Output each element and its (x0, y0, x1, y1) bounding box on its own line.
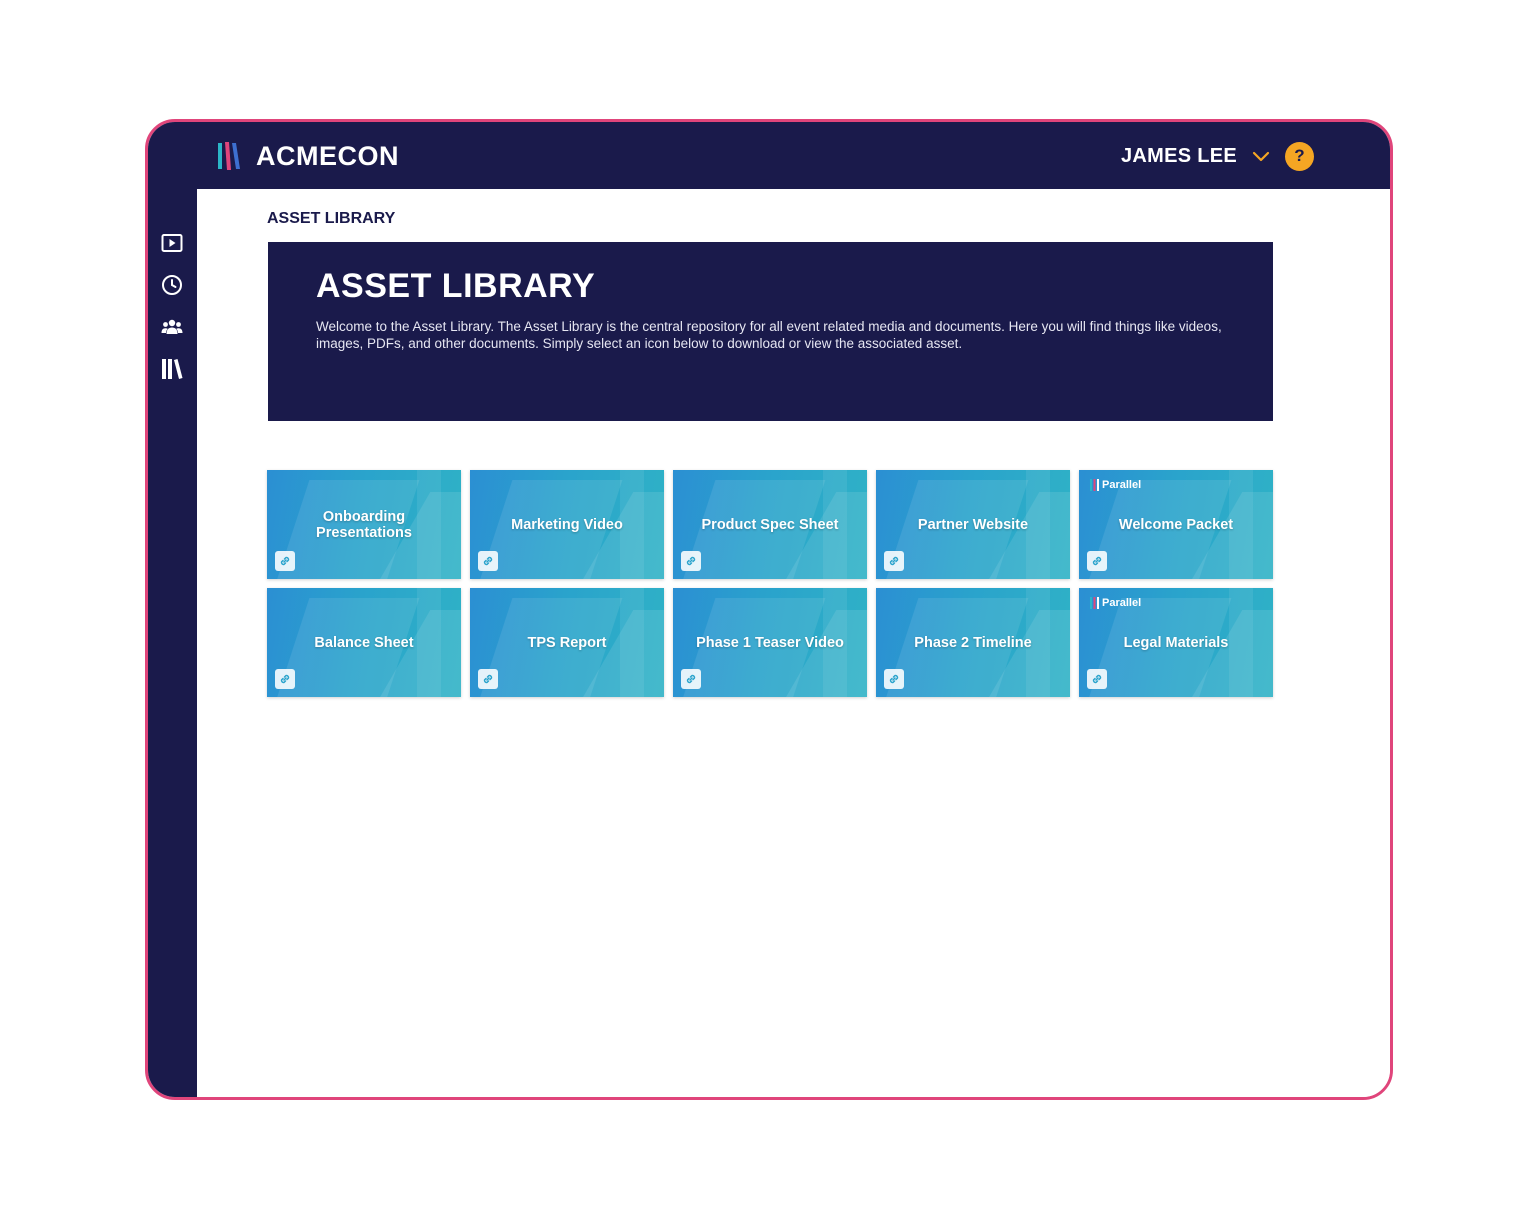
badge-label: Parallel (1102, 597, 1142, 609)
brand-name: ACMECON (256, 140, 399, 171)
asset-card[interactable]: Parallel Legal Materials (1079, 588, 1273, 697)
link-icon[interactable] (681, 551, 701, 571)
library-icon (162, 359, 183, 379)
sidebar-item-schedule[interactable] (160, 273, 184, 297)
link-icon[interactable] (478, 551, 498, 571)
top-bar: ACMECON JAMES LEE ? (148, 122, 1390, 189)
asset-title: Partner Website (917, 516, 1029, 533)
parallel-logo-icon (1090, 479, 1099, 491)
link-icon[interactable] (884, 669, 904, 689)
asset-title: Onboarding Presentations (316, 508, 412, 541)
badge-label: Parallel (1102, 479, 1142, 491)
help-button[interactable]: ? (1285, 141, 1314, 171)
chevron-down-icon[interactable] (1251, 149, 1271, 163)
asset-card[interactable]: Balance Sheet (267, 588, 461, 697)
page-title: ASSET LIBRARY (267, 210, 396, 227)
asset-title: Marketing Video (511, 516, 623, 533)
brand[interactable]: ACMECON (216, 138, 399, 174)
link-icon[interactable] (1087, 551, 1107, 571)
link-icon[interactable] (681, 669, 701, 689)
user-name[interactable]: JAMES LEE (1121, 145, 1237, 168)
asset-card[interactable]: TPS Report (470, 588, 664, 697)
asset-title: TPS Report (527, 634, 607, 651)
asset-card[interactable]: Phase 2 Timeline (876, 588, 1070, 697)
brand-logo-icon (218, 142, 240, 170)
help-label: ? (1294, 146, 1305, 165)
asset-title: Welcome Packet (1118, 516, 1234, 533)
clock-icon (162, 275, 182, 295)
link-icon[interactable] (275, 669, 295, 689)
parallel-badge: Parallel (1090, 479, 1141, 491)
asset-card[interactable]: Product Spec Sheet (673, 470, 867, 579)
hero-banner: ASSET LIBRARY Welcome to the Asset Libra… (268, 242, 1273, 421)
asset-card[interactable]: Onboarding Presentations (267, 470, 461, 579)
play-icon (161, 234, 183, 252)
link-icon[interactable] (275, 551, 295, 571)
people-icon (161, 319, 183, 334)
asset-title: Phase 1 Teaser Video (696, 634, 844, 651)
link-icon[interactable] (478, 669, 498, 689)
asset-title: Product Spec Sheet (701, 516, 839, 533)
parallel-badge: Parallel (1090, 597, 1141, 609)
asset-grid: Onboarding Presentations Marketing Video… (267, 470, 1273, 697)
link-icon[interactable] (884, 551, 904, 571)
user-menu[interactable]: JAMES LEE ? (1121, 140, 1314, 172)
sidebar-item-library[interactable] (160, 357, 184, 381)
asset-card[interactable]: Phase 1 Teaser Video (673, 588, 867, 697)
asset-title: Legal Materials (1123, 634, 1229, 651)
app-frame: ACMECON JAMES LEE ? ASSET LIBRARY ASSET … (145, 119, 1393, 1100)
hero-title: ASSET LIBRARY (316, 267, 596, 305)
sidebar-item-people[interactable] (160, 315, 184, 339)
main-content: ASSET LIBRARY ASSET LIBRARY Welcome to t… (197, 189, 1390, 1097)
link-icon[interactable] (1087, 669, 1107, 689)
asset-title: Phase 2 Timeline (914, 634, 1032, 651)
asset-card[interactable]: Parallel Welcome Packet (1079, 470, 1273, 579)
sidebar (148, 189, 197, 1097)
parallel-logo-icon (1090, 597, 1099, 609)
asset-card[interactable]: Marketing Video (470, 470, 664, 579)
asset-title: Balance Sheet (314, 634, 414, 651)
sidebar-item-media[interactable] (160, 231, 184, 255)
hero-description: Welcome to the Asset Library. The Asset … (316, 319, 1222, 351)
asset-card[interactable]: Partner Website (876, 470, 1070, 579)
